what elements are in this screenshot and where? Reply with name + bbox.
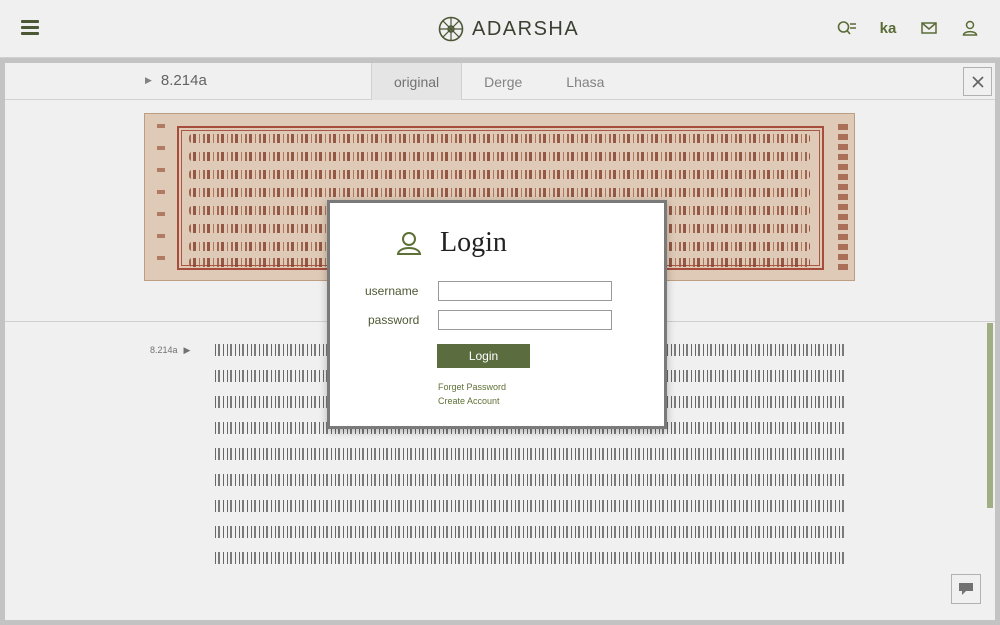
forget-password-link[interactable]: Forget Password: [438, 382, 506, 392]
login-button[interactable]: Login: [437, 344, 530, 368]
login-dialog: Login username password Login Forget Pas…: [327, 200, 667, 429]
password-field[interactable]: [438, 310, 612, 330]
user-icon: [396, 232, 422, 255]
username-field[interactable]: [438, 281, 612, 301]
create-account-link[interactable]: Create Account: [438, 396, 500, 406]
login-title: Login: [440, 227, 507, 258]
username-label: username: [365, 284, 419, 298]
password-label: password: [368, 313, 420, 327]
